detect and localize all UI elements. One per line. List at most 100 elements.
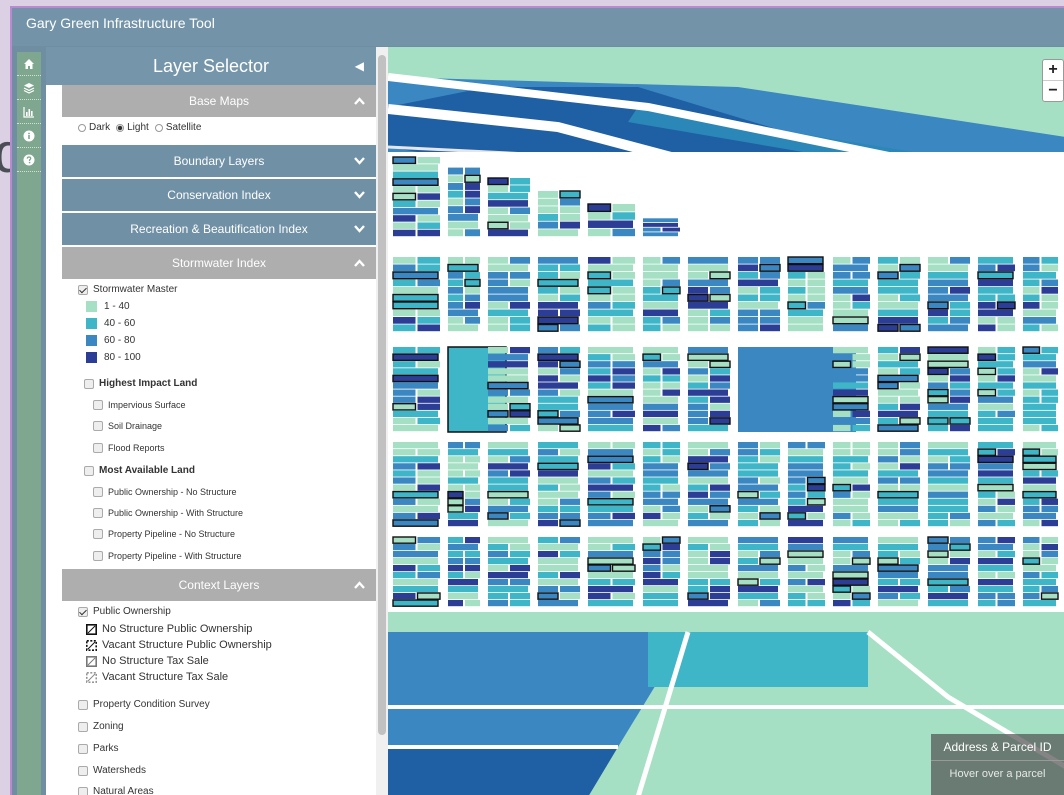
parcel (662, 257, 680, 264)
section-base-maps[interactable]: Base Maps (62, 85, 376, 117)
impervious-toggle[interactable]: Impervious Surface (93, 400, 186, 410)
parcel (878, 456, 898, 463)
parcel (928, 484, 968, 491)
legend-item: 40 - 60 (86, 318, 135, 329)
layer-checkbox[interactable] (93, 487, 103, 497)
parcel (560, 368, 580, 375)
parcel-info-box: Address & Parcel ID Hover over a parcel (931, 734, 1064, 795)
parcel (643, 456, 661, 463)
scroll-thumb[interactable] (378, 55, 386, 735)
parcel (788, 287, 806, 294)
layer-checkbox[interactable] (93, 400, 103, 410)
available-layer-toggle[interactable]: Property Pipeline - No Structure (93, 529, 235, 539)
parcel (612, 361, 635, 368)
parcel (510, 207, 530, 215)
chart-icon[interactable] (17, 100, 41, 124)
parcel (538, 544, 578, 551)
most-available-toggle[interactable]: Most Available Land (84, 465, 195, 476)
layer-checkbox[interactable] (93, 529, 103, 539)
parcel (927, 301, 949, 310)
available-layer-toggle[interactable]: Public Ownership - With Structure (93, 508, 243, 518)
context-layer-toggle[interactable]: Zoning (78, 721, 124, 732)
parcel (612, 257, 635, 264)
layer-checkbox[interactable] (93, 508, 103, 518)
parcel (559, 519, 581, 527)
parcel-grid (388, 152, 1064, 612)
section-label: Conservation Index (167, 188, 271, 202)
section-stormwater-index[interactable]: Stormwater Index (62, 247, 376, 279)
soil-drainage-toggle[interactable]: Soil Drainage (93, 421, 162, 431)
context-layer-toggle[interactable]: Parks (78, 743, 119, 754)
parcel (788, 456, 823, 463)
parcel (927, 395, 949, 404)
parcel (465, 183, 480, 190)
parcel (900, 442, 920, 449)
context-layer-toggle[interactable]: Natural Areas (78, 786, 154, 795)
help-icon[interactable] (17, 148, 41, 172)
parcel (393, 279, 416, 287)
section-context-layers[interactable]: Context Layers (62, 569, 376, 601)
layer-checkbox[interactable] (78, 786, 88, 795)
layer-checkbox[interactable] (78, 721, 88, 732)
layer-checkbox[interactable] (78, 743, 88, 754)
legend-label: 80 - 100 (104, 352, 141, 363)
parcel (1023, 354, 1056, 361)
radio-satellite[interactable] (154, 123, 163, 132)
parcel (710, 586, 730, 593)
layers-icon[interactable] (17, 76, 41, 100)
layer-checkbox[interactable] (93, 421, 103, 431)
parcel (510, 579, 530, 586)
panel-scrollbar[interactable] (376, 47, 388, 795)
parcel (832, 360, 852, 369)
parcel (978, 382, 1013, 389)
flood-reports-toggle[interactable]: Flood Reports (93, 443, 165, 453)
zoom-out-button[interactable]: − (1043, 81, 1063, 101)
info-icon[interactable] (17, 124, 41, 148)
parcel (559, 190, 581, 199)
parcel (612, 410, 635, 418)
parcel (927, 536, 949, 544)
stormwater-master-checkbox[interactable] (78, 284, 88, 295)
section-boundary-layers[interactable]: Boundary Layers (62, 145, 376, 177)
section-conservation-index[interactable]: Conservation Index (62, 179, 376, 211)
parcel (588, 354, 611, 361)
parcel (488, 403, 508, 410)
radio-dark[interactable] (78, 123, 86, 132)
available-layer-toggle[interactable]: Public Ownership - No Structure (93, 487, 237, 497)
public-ownership-checkbox[interactable] (78, 606, 88, 617)
layer-checkbox[interactable] (93, 443, 103, 453)
highest-impact-checkbox[interactable] (84, 378, 94, 389)
home-icon[interactable] (17, 52, 41, 76)
most-available-checkbox[interactable] (84, 465, 94, 476)
parcel (1023, 264, 1040, 272)
context-layer-toggle[interactable]: Watersheds (78, 765, 146, 776)
highest-impact-toggle[interactable]: Highest Impact Land (84, 378, 197, 389)
parcel (393, 424, 438, 432)
parcel (612, 442, 635, 449)
layer-checkbox[interactable] (78, 765, 88, 776)
parcel (416, 592, 441, 600)
parcel (393, 442, 438, 449)
radio-light[interactable] (116, 123, 125, 132)
parcel (393, 264, 416, 272)
parcel-map[interactable] (388, 47, 1064, 795)
parcel (928, 565, 968, 572)
context-layer-toggle[interactable]: Property Condition Survey (78, 699, 210, 710)
available-layer-toggle[interactable]: Property Pipeline - With Structure (93, 551, 242, 561)
layer-checkbox[interactable] (78, 699, 88, 710)
section-recreation-index[interactable]: Recreation & Beautification Index (62, 213, 376, 245)
parcel (538, 294, 558, 302)
section-label: Stormwater Index (171, 256, 267, 270)
public-ownership-toggle[interactable]: Public Ownership (78, 606, 171, 617)
stormwater-master-toggle[interactable]: Stormwater Master (78, 284, 177, 295)
zoom-in-button[interactable]: + (1043, 60, 1063, 81)
layer-checkbox[interactable] (93, 551, 103, 561)
parcel (687, 592, 709, 600)
parcel (538, 396, 578, 403)
parcel (509, 410, 531, 418)
collapse-panel-icon[interactable]: ◀ (355, 47, 364, 85)
parcel (447, 505, 464, 513)
map-view[interactable]: + − (388, 47, 1064, 795)
parcel (927, 550, 949, 558)
parcel (978, 544, 1013, 551)
